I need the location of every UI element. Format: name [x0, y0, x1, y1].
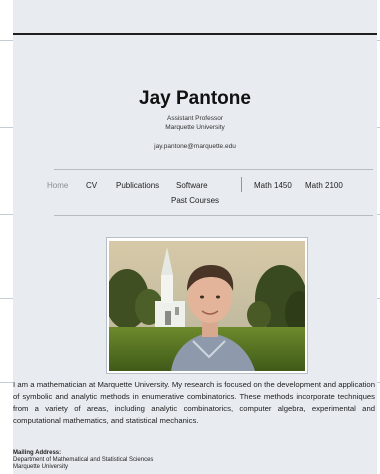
profile-photo-icon [109, 241, 305, 371]
mailing-address-line: Department of Mathematical and Statistic… [13, 457, 154, 463]
mailing-address-heading: Mailing Address: [13, 450, 62, 456]
nav-math-2100[interactable]: Math 2100 [305, 181, 343, 190]
margin-line [0, 214, 13, 215]
margin-line [0, 298, 13, 299]
page-title: Jay Pantone [139, 88, 251, 109]
mailing-address-line: Marquette University [13, 464, 69, 470]
page-content: Jay Pantone Assistant Professor Marquett… [13, 0, 377, 474]
nav-separator [241, 177, 242, 192]
margin-line [0, 127, 13, 128]
top-bar [13, 33, 377, 35]
nav-divider-top [54, 169, 373, 170]
nav-divider-bottom [54, 215, 373, 216]
job-title: Assistant Professor [167, 115, 223, 122]
nav-software[interactable]: Software [176, 181, 208, 190]
margin-line [0, 40, 13, 41]
nav-home[interactable]: Home [47, 181, 68, 190]
email-link[interactable]: jay.pantone@marquette.edu [13, 143, 377, 150]
affiliation: Marquette University [165, 124, 225, 131]
bio-paragraph: I am a mathematician at Marquette Univer… [13, 380, 375, 425]
nav-publications[interactable]: Publications [116, 181, 159, 190]
margin-line [0, 382, 13, 383]
profile-photo [106, 237, 308, 374]
nav-cv[interactable]: CV [86, 181, 97, 190]
nav-math-1450[interactable]: Math 1450 [254, 181, 292, 190]
nav-past-courses[interactable]: Past Courses [171, 196, 219, 205]
